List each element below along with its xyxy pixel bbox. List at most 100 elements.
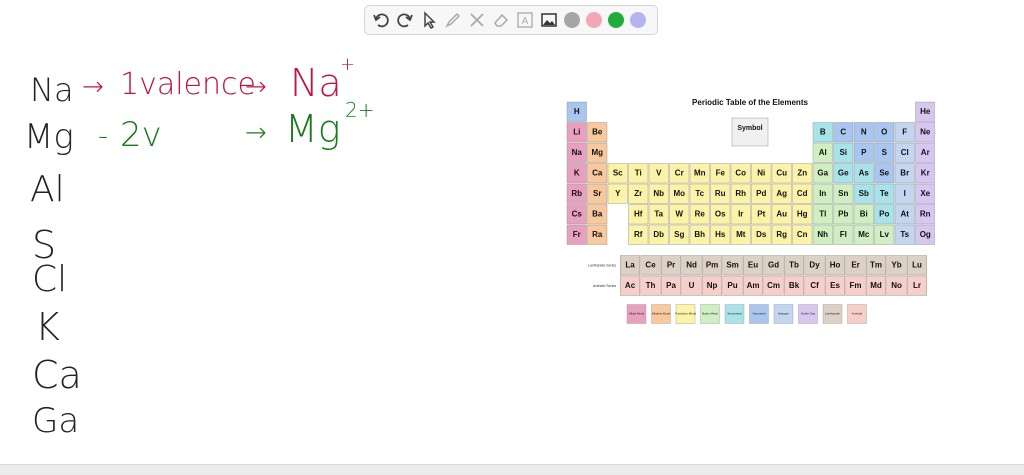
periodic-table-title: Periodic Table of the Elements [692,98,808,107]
legend-label: Actinide [852,312,863,316]
note-na-charge: + [340,54,356,75]
note-na: Na [30,71,74,109]
note-k: K [35,305,60,349]
element-ac-symbol: Ac [625,281,636,290]
element-bk-symbol: Bk [789,281,800,290]
element-co-symbol: Co [735,169,746,178]
series-label: Actinide Series [593,284,617,288]
element-rf-symbol: Rf [634,230,643,239]
element-tm-symbol: Tm [870,261,882,270]
series-label: Lanthanide Series [588,264,616,268]
note-mg-arrow: → [245,118,267,148]
element-tb-symbol: Tb [789,261,799,270]
element-al-symbol: Al [819,148,827,157]
element-cd-symbol: Cd [797,189,808,198]
element-rn-symbol: Rn [920,210,931,219]
note-ca: Ca [32,353,82,397]
element-f-symbol: F [902,128,907,137]
element-zr-symbol: Zr [634,189,642,198]
element-th-symbol: Th [646,281,656,290]
periodic-table-key-symbol: Symbol [737,125,762,132]
periodic-table-key [731,117,769,147]
element-y-symbol: Y [615,189,621,198]
element-mt-symbol: Mt [736,230,746,239]
element-p-symbol: P [861,148,867,157]
element-n-symbol: N [861,128,867,137]
note-na-arrow-1: → [82,72,104,102]
element-pm-symbol: Pm [706,261,718,270]
element-mg-symbol: Mg [591,148,603,157]
element-ts-symbol: Ts [900,230,909,239]
note-na-arrow-2: → [245,72,267,102]
element-pb-symbol: Pb [838,210,848,219]
pointer-icon[interactable] [419,10,439,30]
color-swatch-pink[interactable] [586,12,602,28]
element-ta-symbol: Ta [654,210,663,219]
element-au-symbol: Au [776,210,787,219]
element-sn-symbol: Sn [838,189,848,198]
legend-label: Transition Metal [675,312,697,316]
element-os-symbol: Os [715,210,726,219]
element-fl-symbol: Fl [840,230,847,239]
element-cl-symbol: Cl [901,148,909,157]
element-xe-symbol: Xe [920,189,930,198]
element-nd-symbol: Nd [686,261,697,270]
color-swatch-gray[interactable] [564,12,580,28]
element-gd-symbol: Gd [768,261,779,270]
element-ra-symbol: Ra [592,230,603,239]
element-ho-symbol: Ho [830,261,841,270]
element-la-symbol: La [625,261,635,270]
undo-icon[interactable] [371,10,391,30]
redo-icon[interactable] [395,10,415,30]
color-swatch-green[interactable] [608,12,624,28]
element-yb-symbol: Yb [891,261,901,270]
element-at-symbol: At [901,210,910,219]
element-nh-symbol: Nh [817,230,828,239]
legend-label: Alkaline Earth [652,312,671,316]
color-swatch-lavender[interactable] [630,12,646,28]
element-ds-symbol: Ds [756,230,767,239]
element-se-symbol: Se [879,169,889,178]
element-no-symbol: No [891,281,902,290]
element-es-symbol: Es [830,281,840,290]
bottom-scrollbar[interactable] [0,464,1024,475]
element-lu-symbol: Lu [912,261,922,270]
element-ge-symbol: Ge [838,169,849,178]
element-mn-symbol: Mn [694,169,706,178]
element-ca-symbol: Ca [592,169,603,178]
legend-label: Halogen [778,312,790,316]
element-eu-symbol: Eu [748,261,758,270]
element-cs-symbol: Cs [572,210,583,219]
note-ga: Ga [32,401,80,441]
tools-icon[interactable] [467,10,487,30]
element-be-symbol: Be [592,128,603,137]
image-icon[interactable] [539,10,559,30]
periodic-table-image: H He Li Be B C N O F Ne Na Mg Al Si P S Cl Ar K Ca Sc Ti V Cr Mn… [566,98,935,324]
note-mg-valence: 2v [120,115,162,155]
element-sb-symbol: Sb [859,189,869,198]
element-bi-symbol: Bi [860,210,868,219]
note-na-ion: Na [290,61,342,105]
note-cl: Cl [32,259,68,300]
pen-icon[interactable] [443,10,463,30]
element-er-symbol: Er [851,261,859,270]
element-fm-symbol: Fm [850,281,862,290]
element-np-symbol: Np [707,281,718,290]
text-icon[interactable]: A [515,10,535,30]
element-mo-symbol: Mo [673,189,685,198]
element-am-symbol: Am [747,281,760,290]
element-pd-symbol: Pd [756,189,766,198]
eraser-icon[interactable] [491,10,511,30]
element-zn-symbol: Zn [797,169,807,178]
element-lr-symbol: Lr [913,281,921,290]
element-cu-symbol: Cu [776,169,787,178]
element-ru-symbol: Ru [715,189,726,198]
element-w-symbol: W [675,210,683,219]
element-rh-symbol: Rh [735,189,746,198]
note-mg-ion: Mg [285,107,341,151]
element-mc-symbol: Mc [858,230,870,239]
legend-label: Nonmetal [753,312,766,316]
element-te-symbol: Te [880,189,889,198]
element-hs-symbol: Hs [715,230,726,239]
element-pu-symbol: Pu [727,281,737,290]
